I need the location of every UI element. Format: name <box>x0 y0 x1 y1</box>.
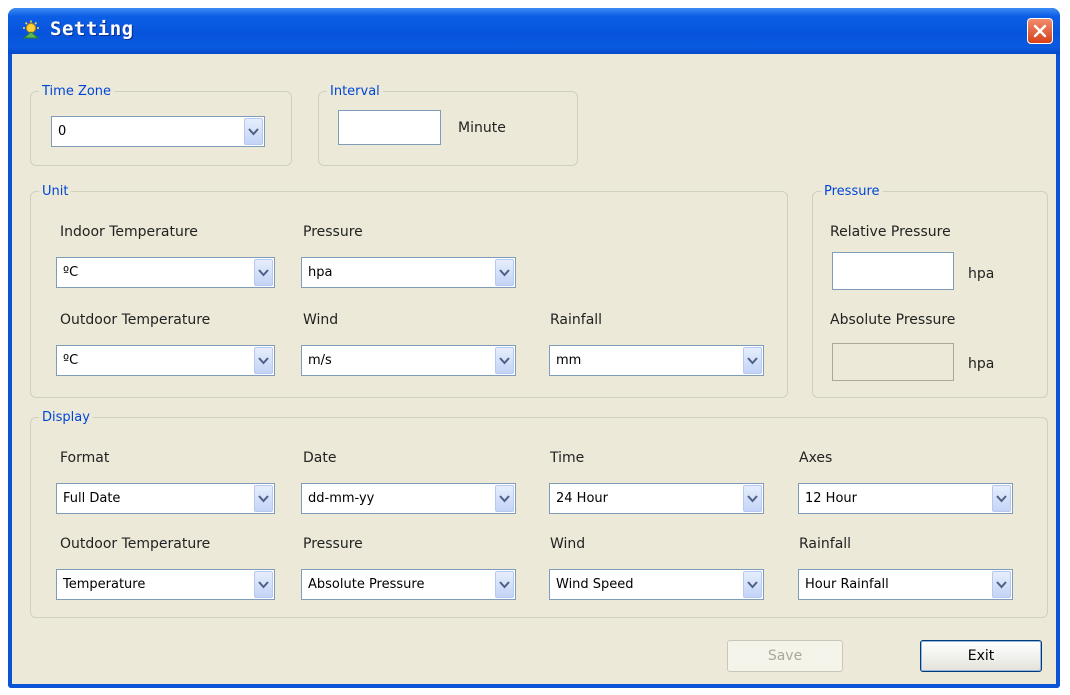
unit-indoor-temperature-select[interactable]: ºC <box>56 257 275 288</box>
absolute-pressure-unit: hpa <box>968 356 995 372</box>
display-rainfall-label: Rainfall <box>799 536 852 552</box>
title-bar[interactable]: Setting <box>8 8 1060 54</box>
relative-pressure-input[interactable] <box>832 252 954 290</box>
display-time-label: Time <box>550 450 585 466</box>
chevron-down-icon <box>254 485 273 512</box>
chevron-down-icon <box>743 347 762 374</box>
settings-window: Setting Time Zone 0 Interval Minute Unit <box>8 8 1060 688</box>
display-axes-select[interactable]: 12 Hour <box>798 483 1013 514</box>
chevron-down-icon <box>254 347 273 374</box>
time-zone-select[interactable]: 0 <box>51 116 265 147</box>
display-wind-select[interactable]: Wind Speed <box>549 569 764 600</box>
save-button[interactable]: Save <box>727 640 843 672</box>
display-pressure-label: Pressure <box>303 536 363 552</box>
relative-pressure-unit: hpa <box>968 266 995 282</box>
unit-rainfall-label: Rainfall <box>550 312 603 328</box>
display-wind-label: Wind <box>550 536 586 552</box>
unit-pressure-select[interactable]: hpa <box>301 257 516 288</box>
chevron-down-icon <box>992 571 1011 598</box>
interval-legend: Interval <box>330 84 380 99</box>
chevron-down-icon <box>244 118 263 145</box>
close-icon <box>1033 24 1047 38</box>
unit-outdoor-temperature-select[interactable]: ºC <box>56 345 275 376</box>
absolute-pressure-input <box>832 343 954 381</box>
display-time-select[interactable]: 24 Hour <box>549 483 764 514</box>
display-rainfall-select[interactable]: Hour Rainfall <box>798 569 1013 600</box>
display-legend: Display <box>42 410 90 425</box>
close-button[interactable] <box>1027 18 1053 44</box>
unit-indoor-temperature-label: Indoor Temperature <box>60 224 198 240</box>
display-format-select[interactable]: Full Date <box>56 483 275 514</box>
chevron-down-icon <box>743 571 762 598</box>
absolute-pressure-label: Absolute Pressure <box>830 312 956 328</box>
display-axes-label: Axes <box>799 450 833 466</box>
window-title: Setting <box>50 18 134 40</box>
pressure-legend: Pressure <box>824 184 880 199</box>
time-zone-value: 0 <box>58 124 67 139</box>
display-outdoor-temperature-label: Outdoor Temperature <box>60 536 211 552</box>
weather-station-icon <box>22 20 40 39</box>
interval-unit-label: Minute <box>458 120 506 136</box>
dialog-body: Time Zone 0 Interval Minute Unit Indoor … <box>12 54 1056 684</box>
chevron-down-icon <box>992 485 1011 512</box>
unit-pressure-label: Pressure <box>303 224 363 240</box>
chevron-down-icon <box>495 259 514 286</box>
time-zone-legend: Time Zone <box>42 84 112 99</box>
chevron-down-icon <box>254 571 273 598</box>
display-pressure-select[interactable]: Absolute Pressure <box>301 569 516 600</box>
unit-rainfall-select[interactable]: mm <box>549 345 764 376</box>
unit-wind-select[interactable]: m/s <box>301 345 516 376</box>
interval-input[interactable] <box>338 110 441 145</box>
chevron-down-icon <box>743 485 762 512</box>
display-date-select[interactable]: dd-mm-yy <box>301 483 516 514</box>
chevron-down-icon <box>254 259 273 286</box>
display-format-label: Format <box>60 450 110 466</box>
display-outdoor-temperature-select[interactable]: Temperature <box>56 569 275 600</box>
unit-outdoor-temperature-label: Outdoor Temperature <box>60 312 211 328</box>
display-date-label: Date <box>303 450 337 466</box>
exit-button[interactable]: Exit <box>920 640 1042 672</box>
chevron-down-icon <box>495 485 514 512</box>
unit-legend: Unit <box>42 184 69 199</box>
relative-pressure-label: Relative Pressure <box>830 224 951 240</box>
chevron-down-icon <box>495 571 514 598</box>
unit-wind-label: Wind <box>303 312 339 328</box>
chevron-down-icon <box>495 347 514 374</box>
